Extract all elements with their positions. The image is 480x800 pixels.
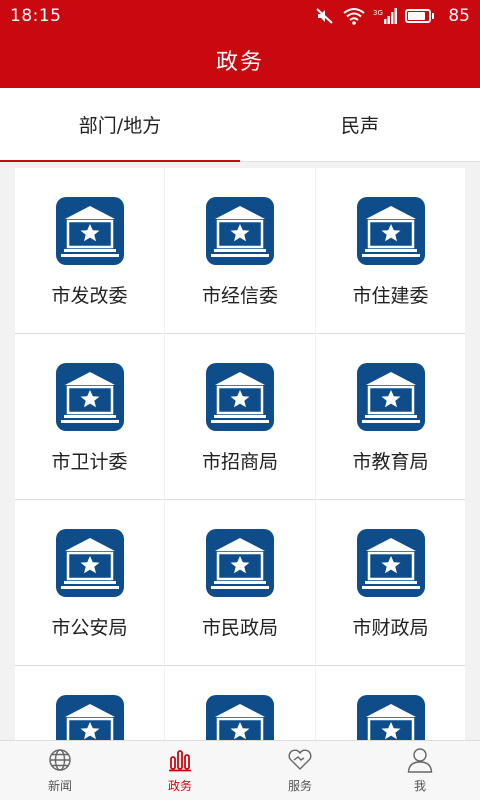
government-building-icon xyxy=(356,695,425,740)
nav-item-me[interactable]: 我 xyxy=(360,741,480,800)
department-item[interactable]: 市招商局 xyxy=(165,334,315,500)
department-item[interactable] xyxy=(15,666,164,740)
wifi-icon xyxy=(343,7,365,25)
department-label: 市公安局 xyxy=(51,617,128,639)
tab-bar: 部门/地方 民声 xyxy=(0,88,480,162)
government-building-icon xyxy=(55,197,124,265)
department-item[interactable]: 市发改委 xyxy=(15,168,164,334)
government-building-icon xyxy=(356,363,425,431)
page-title: 政务 xyxy=(215,50,264,75)
svg-text:3G: 3G xyxy=(373,9,383,17)
user-icon xyxy=(407,747,433,773)
nav-item-news[interactable]: 新闻 xyxy=(0,741,120,800)
nav-label: 新闻 xyxy=(47,779,72,793)
handshake-heart-icon xyxy=(287,747,313,773)
department-grid-area[interactable]: 市发改委 市经信委 市住建委市卫计委 市招商局 市教育局市公安局 市民政局 市财政局 xyxy=(0,163,480,740)
department-item[interactable]: 市公安局 xyxy=(15,500,164,666)
nav-item-services[interactable]: 服务 xyxy=(240,741,360,800)
bar-chart-icon xyxy=(167,747,193,773)
government-building-icon xyxy=(55,695,124,740)
government-building-icon xyxy=(55,363,124,431)
status-bar: 18:15 3G 85 xyxy=(0,0,480,32)
government-building-icon xyxy=(206,529,274,597)
department-item[interactable]: 市财政局 xyxy=(316,500,465,666)
bottom-nav: 新闻 政务 服务 我 xyxy=(0,740,480,800)
department-label: 市民政局 xyxy=(201,617,278,639)
government-building-icon xyxy=(356,529,425,597)
status-icons: 3G 85 xyxy=(315,6,470,26)
nav-label: 政务 xyxy=(167,779,192,793)
department-item[interactable]: 市民政局 xyxy=(165,500,315,666)
government-building-icon xyxy=(206,197,274,265)
department-label: 市经信委 xyxy=(201,285,278,307)
battery-percent: 85 xyxy=(448,6,470,26)
status-time: 18:15 xyxy=(10,6,62,26)
government-building-icon xyxy=(356,197,425,265)
nav-label: 服务 xyxy=(287,779,312,793)
department-item[interactable] xyxy=(165,666,315,740)
tab-label: 民声 xyxy=(340,115,379,137)
department-item[interactable]: 市住建委 xyxy=(316,168,465,334)
battery-fill xyxy=(408,12,426,20)
government-building-icon xyxy=(55,529,124,597)
department-label: 市招商局 xyxy=(201,451,278,473)
department-label: 市教育局 xyxy=(352,451,429,473)
government-building-icon xyxy=(206,363,274,431)
department-item[interactable]: 市经信委 xyxy=(165,168,315,334)
department-item[interactable]: 市卫计委 xyxy=(15,334,164,500)
department-label: 市住建委 xyxy=(352,285,429,307)
government-building-icon xyxy=(206,695,274,740)
signal-3g-icon: 3G xyxy=(373,7,398,25)
tab-public-voice[interactable]: 民声 xyxy=(240,88,480,161)
department-label: 市财政局 xyxy=(352,617,429,639)
tab-departments[interactable]: 部门/地方 xyxy=(0,88,240,162)
nav-item-government[interactable]: 政务 xyxy=(120,741,240,800)
department-item[interactable] xyxy=(316,666,465,740)
department-grid: 市发改委 市经信委 市住建委市卫计委 市招商局 市教育局市公安局 市民政局 市财政局 xyxy=(15,168,465,740)
nav-label: 我 xyxy=(413,779,426,793)
department-label: 市卫计委 xyxy=(51,451,128,473)
app-header: 政务 xyxy=(0,32,480,88)
tab-label: 部门/地方 xyxy=(78,115,162,137)
department-item[interactable]: 市教育局 xyxy=(316,334,465,500)
department-label: 市发改委 xyxy=(51,285,128,307)
battery-icon xyxy=(405,9,435,23)
globe-icon xyxy=(47,747,73,773)
mute-icon xyxy=(315,7,335,25)
